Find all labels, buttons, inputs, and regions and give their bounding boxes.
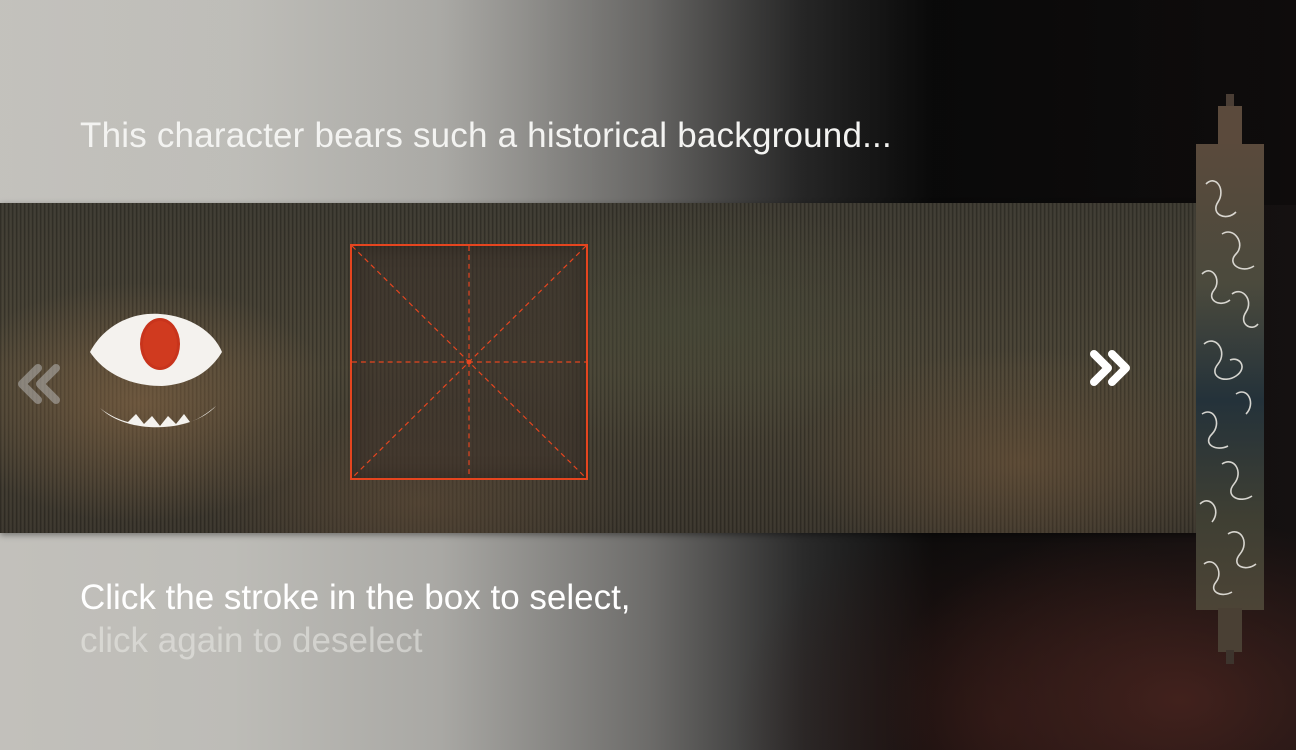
double-chevron-right-icon (1090, 350, 1130, 386)
prev-button[interactable] (10, 360, 66, 408)
double-chevron-left-icon (18, 364, 60, 404)
instructions: Click the stroke in the box to select, c… (80, 576, 631, 662)
scroll-roller-icon (1196, 94, 1264, 664)
character-writing-box[interactable] (350, 244, 588, 480)
next-button[interactable] (1086, 344, 1138, 392)
monster-eye-icon (90, 313, 222, 428)
hint-text: This character bears such a historical b… (80, 116, 892, 155)
top-background-shade (0, 0, 1296, 205)
monster-mascot (86, 308, 226, 438)
scroll-roller (1192, 94, 1268, 664)
instruction-deselect: click again to deselect (80, 621, 423, 660)
instruction-select: Click the stroke in the box to select, (80, 578, 631, 617)
rice-grid-guide (352, 246, 586, 478)
